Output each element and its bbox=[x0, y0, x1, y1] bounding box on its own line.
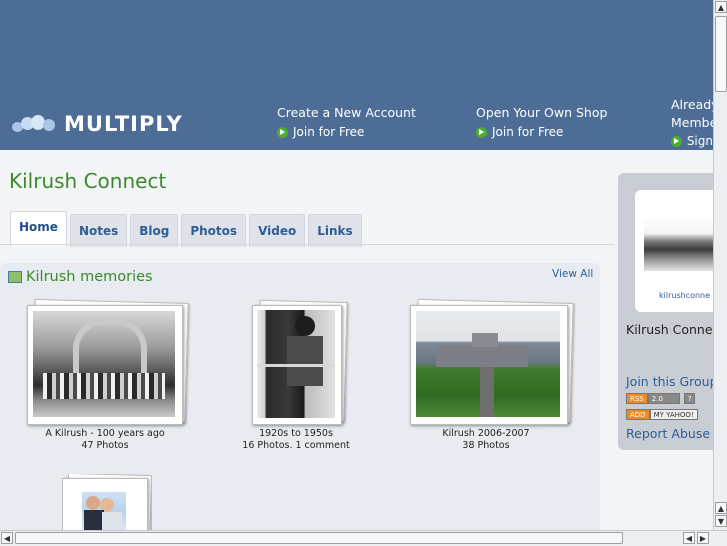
yahoo-badge-add: ADD bbox=[626, 409, 650, 420]
tab-video[interactable]: Video bbox=[249, 214, 306, 247]
sign-in-link[interactable]: Sign bbox=[671, 134, 713, 148]
album-title-1[interactable]: A Kilrush - 100 years ago bbox=[5, 428, 205, 440]
view-all-link[interactable]: View All bbox=[552, 268, 593, 280]
album-title-3[interactable]: Kilrush 2006-2007 bbox=[386, 428, 586, 440]
green-arrow-icon bbox=[277, 126, 288, 138]
scroll-up-icon[interactable]: ▲ bbox=[715, 502, 727, 514]
sign-in-label: Sign bbox=[686, 134, 713, 148]
rss-badge[interactable]: RSS 2.0 ? bbox=[626, 393, 696, 404]
scroll-up-icon[interactable]: ▲ bbox=[715, 1, 727, 13]
album-thumbnail-4[interactable] bbox=[62, 474, 152, 530]
page-title[interactable]: Kilrush Connect bbox=[9, 169, 166, 193]
album-photo-2 bbox=[257, 310, 335, 418]
create-account-block: Create a New Account Join for Free bbox=[277, 105, 416, 139]
tab-blog[interactable]: Blog bbox=[130, 214, 179, 247]
join-free-link-1[interactable]: Join for Free bbox=[277, 125, 416, 139]
group-photo-caption[interactable]: kilrushconne bbox=[659, 291, 710, 300]
tab-home[interactable]: Home bbox=[10, 211, 67, 246]
section-title-label: Kilrush memories bbox=[26, 269, 153, 285]
album-caption-2: 1920s to 1950s 16 Photos. 1 comment bbox=[196, 428, 396, 452]
yahoo-badge[interactable]: ADD MY YAHOO! bbox=[626, 409, 698, 420]
join-group-link[interactable]: Join this Group bbox=[626, 374, 718, 389]
join-free-link-2[interactable]: Join for Free bbox=[476, 125, 607, 139]
rss-badge-label: RSS bbox=[626, 393, 648, 404]
open-shop-block: Open Your Own Shop Join for Free bbox=[476, 105, 607, 139]
album-thumbnail-2[interactable] bbox=[252, 299, 348, 425]
album-title-2[interactable]: 1920s to 1950s bbox=[196, 428, 396, 440]
album-photo-3 bbox=[416, 311, 560, 417]
rss-badge-help: ? bbox=[683, 393, 696, 404]
vertical-scrollbar[interactable]: ▲ ▲ ▼ bbox=[713, 0, 727, 530]
vertical-scroll-thumb[interactable] bbox=[715, 16, 727, 92]
already-member-title-2: Membe bbox=[671, 115, 713, 130]
tab-notes[interactable]: Notes bbox=[69, 214, 128, 247]
album-photo-1 bbox=[33, 311, 175, 417]
people-icon bbox=[12, 113, 56, 135]
scroll-left-icon[interactable]: ◀ bbox=[1, 532, 13, 544]
horizontal-scroll-thumb[interactable] bbox=[15, 532, 623, 544]
report-abuse-link[interactable]: Report Abuse bbox=[626, 426, 710, 441]
album-caption-3: Kilrush 2006-2007 38 Photos bbox=[386, 428, 586, 452]
tab-divider bbox=[0, 244, 614, 245]
tab-bar: Home Notes Blog Photos Video Links bbox=[10, 211, 365, 247]
horizontal-scrollbar[interactable]: ◀ ◀ ▶ bbox=[0, 530, 727, 546]
green-arrow-icon bbox=[476, 126, 487, 138]
join-free-label: Join for Free bbox=[492, 125, 564, 139]
album-count-1: 47 Photos bbox=[81, 440, 129, 451]
scroll-left-icon[interactable]: ◀ bbox=[683, 532, 695, 544]
tab-photos[interactable]: Photos bbox=[181, 214, 247, 247]
section-title[interactable]: Kilrush memories bbox=[8, 269, 153, 285]
already-member-block: Already Membe Sign bbox=[671, 97, 713, 148]
photo-album-icon bbox=[8, 271, 22, 283]
album-thumbnail-1[interactable] bbox=[27, 299, 189, 425]
album-photo-4 bbox=[82, 492, 126, 530]
already-member-title-1: Already bbox=[671, 97, 713, 112]
multiply-logo[interactable]: MULTIPLY bbox=[12, 112, 183, 136]
album-count-2: 16 Photos. 1 comment bbox=[242, 440, 350, 451]
open-shop-title: Open Your Own Shop bbox=[476, 105, 608, 120]
album-caption-1: A Kilrush - 100 years ago 47 Photos bbox=[5, 428, 205, 452]
album-count-3: 38 Photos bbox=[462, 440, 510, 451]
group-photo[interactable] bbox=[644, 217, 713, 271]
tab-links[interactable]: Links bbox=[308, 214, 362, 247]
logo-text: MULTIPLY bbox=[64, 112, 183, 136]
scroll-down-icon[interactable]: ▼ bbox=[715, 515, 727, 527]
create-account-title: Create a New Account bbox=[277, 105, 416, 120]
join-free-label: Join for Free bbox=[293, 125, 365, 139]
rss-badge-version: 2.0 bbox=[647, 393, 680, 404]
album-thumbnail-3[interactable] bbox=[410, 298, 574, 425]
group-name: Kilrush Connec bbox=[626, 322, 720, 337]
yahoo-badge-label: MY YAHOO! bbox=[649, 409, 698, 420]
scroll-right-icon[interactable]: ▶ bbox=[697, 532, 709, 544]
green-arrow-icon bbox=[671, 135, 682, 147]
